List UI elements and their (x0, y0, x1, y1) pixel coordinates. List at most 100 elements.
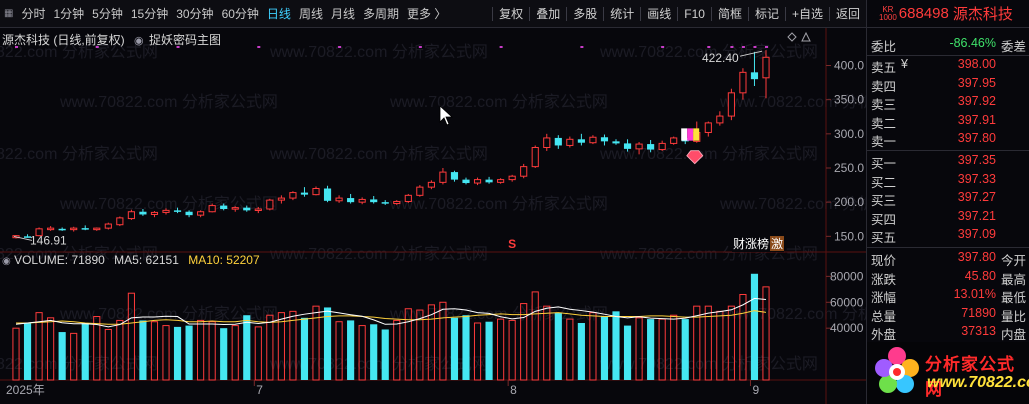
candle-body (300, 192, 309, 195)
indicator-name[interactable]: 捉妖密码主图 (149, 33, 221, 47)
chart-title: 源杰科技 (日线,前复权) ◉ 捉妖密码主图 (2, 31, 221, 48)
kr-badge-bottom: 1000 (879, 12, 897, 22)
volume-bar (81, 323, 89, 380)
volume-bar (335, 321, 343, 381)
volume-bar (531, 291, 539, 381)
stat-row-3: 总量 71890 量比 (867, 306, 1029, 324)
volume-bar (243, 315, 251, 380)
sell-row-4: 卖四 397.95 (867, 76, 1029, 94)
candle-body (116, 217, 124, 226)
volume-bar (566, 318, 574, 381)
sell-row-1: 卖一 397.80 (867, 131, 1029, 149)
weicha-label: 委差 (1000, 40, 1026, 54)
sell-price: 397.92 (957, 94, 996, 108)
volume-bar (485, 321, 493, 380)
stat-value: 13.01% (953, 287, 996, 301)
volume-header: ◉ VOLUME: 71890 MA5: 62151 MA10: 52207 (2, 253, 260, 267)
stat-label2: 今开 (1000, 254, 1026, 268)
candle-body (185, 211, 193, 216)
date-label: 9 (752, 383, 759, 397)
candle-body (531, 147, 539, 168)
quote-panel: KR 1000 688498 源杰科技 委比 -86.46% 委差 卖五 398.00 ¥… (866, 0, 1029, 404)
stock-header: KR 1000 688498 源杰科技 (867, 0, 1029, 28)
volume-bar (381, 329, 389, 380)
price-tick-label: 150.0 (834, 229, 864, 243)
buy-label: 买四 (871, 212, 897, 227)
candle-body (658, 142, 666, 151)
candle-body (704, 122, 712, 133)
stat-label2: 最低 (1000, 291, 1026, 305)
sell-price: 397.95 (957, 75, 996, 90)
signal-dot (257, 46, 261, 48)
buy-price: 397.33 (957, 171, 996, 186)
logo-banner[interactable]: 分析家公式网 www.70822.com (867, 342, 1029, 404)
sell-label: 卖四 (871, 79, 897, 94)
volume-tick-label: 80000 (830, 269, 864, 283)
stat-row-1: 涨跌 45.80 最高 (867, 269, 1029, 287)
date-label: 8 (510, 383, 517, 397)
candle-body (47, 227, 55, 231)
signal-dot (741, 46, 745, 48)
signal-dot (418, 46, 422, 48)
diamond-toggle-icon (787, 32, 797, 42)
volume-bar (70, 332, 78, 381)
stock-name: 源杰科技 (952, 6, 1013, 23)
volume-bar (289, 310, 297, 381)
volume-bar (58, 332, 66, 380)
signal-block-yellow (693, 128, 700, 141)
candle-body (381, 202, 389, 204)
diamond-icon (686, 150, 704, 165)
s-marker: S (508, 237, 516, 251)
volume-bar (450, 317, 459, 380)
volume-bar (393, 319, 401, 381)
stat-label: 现价 (871, 254, 897, 268)
volume-bar (12, 327, 20, 381)
signal-dot (707, 46, 711, 48)
ma5-label: MA5: (114, 253, 143, 267)
signal-block-magenta (687, 128, 694, 141)
price-tick-label: 400.0 (834, 59, 864, 73)
volume-bar (473, 322, 482, 381)
yen-symbol: ¥ (901, 57, 908, 71)
ma10-label: MA10: (188, 253, 223, 267)
candle-body (58, 228, 66, 231)
signal-dot (580, 46, 584, 48)
volume-bar (681, 319, 689, 380)
volume-bar (670, 314, 678, 381)
candle-body (197, 211, 205, 216)
candle-body (566, 138, 574, 146)
candle-body (450, 172, 459, 180)
stat-label: 涨跌 (871, 272, 897, 287)
volume-bar (104, 328, 112, 381)
volume-bar (208, 321, 216, 381)
settings-dot-icon[interactable]: ◉ (134, 35, 144, 47)
volume-tick-label: 60000 (830, 295, 864, 309)
weibi-row: 委比 -86.46% 委差 (867, 36, 1029, 54)
buy-price: 397.27 (957, 190, 996, 204)
volume-dot-icon[interactable]: ◉ (2, 256, 11, 267)
volume-bar (554, 312, 562, 380)
candle-body (716, 115, 724, 124)
ma5-value: 62151 (145, 253, 179, 267)
candle-body (727, 92, 735, 117)
kline-chart[interactable]: 400.0 350.0 300.0 250.0 200.0 150.0 80000 60000… (0, 0, 866, 404)
candle-body (577, 139, 585, 143)
volume-bar (197, 319, 205, 381)
buy-label: 买三 (871, 194, 897, 208)
volume-bar (266, 314, 274, 381)
volume-bar (220, 328, 228, 380)
buy-row-4: 买四 397.21 (867, 209, 1029, 227)
stock-title: 源杰科技 (日线,前复权) (2, 33, 125, 47)
volume-bar (139, 320, 147, 380)
stock-code: 688498 (898, 5, 949, 22)
candle-body (277, 197, 285, 201)
candle-body (670, 137, 678, 144)
candle-body (600, 137, 609, 142)
candle-body (70, 227, 78, 231)
volume-bar (358, 325, 366, 381)
signal-dot (661, 46, 665, 48)
volume-bar (23, 323, 32, 380)
candle-body (208, 205, 216, 213)
candle-body (473, 179, 482, 184)
candle-body (93, 227, 101, 231)
